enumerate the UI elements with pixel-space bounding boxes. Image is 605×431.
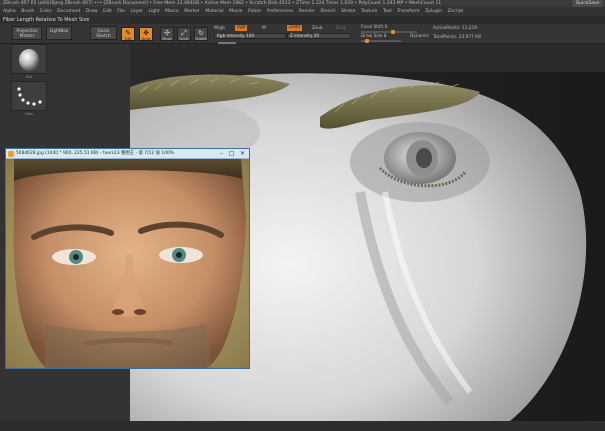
- rgb-intensity-label: Rgb Intensity 100: [217, 33, 255, 38]
- close-button[interactable]: ✕: [238, 150, 247, 158]
- menu-zplugin[interactable]: Zplugin: [425, 7, 442, 16]
- focal-shift-slider[interactable]: [361, 30, 417, 34]
- reference-photo: [6, 159, 249, 368]
- quicksave-button[interactable]: QuickSave: [572, 0, 603, 7]
- app-title: ZBrush 4R7 P2 (x64)(Bjorg ZBrush 4R7) ••…: [3, 1, 442, 6]
- rgb-toggle[interactable]: Rgb: [235, 25, 248, 31]
- tile1-label: Std: [26, 75, 32, 79]
- scale-label: Scale: [179, 36, 189, 41]
- active-points: ActivePoints: 11,219: [433, 26, 478, 31]
- tile2-label: Dots: [24, 112, 34, 116]
- draw-size-slider[interactable]: [361, 39, 401, 43]
- bottom-shelf: [0, 421, 605, 431]
- menu-brush[interactable]: Brush: [21, 7, 34, 16]
- menu-light[interactable]: Light: [148, 7, 159, 16]
- rotate-label: Rotate: [195, 36, 207, 41]
- focal-shift-label: Focal Shift 0: [361, 25, 388, 30]
- menu-stencil[interactable]: Stencil: [320, 7, 335, 16]
- face-photo: [6, 159, 249, 368]
- rotate-button[interactable]: ↻ Rotate: [194, 27, 208, 41]
- edit-label: Edit: [124, 36, 132, 41]
- edit-button[interactable]: ✎ Edit: [121, 27, 135, 41]
- picture-icon: [8, 151, 14, 157]
- tooltip-subtitle: Fiber Length Relative To Mesh Size: [0, 16, 130, 24]
- zsub-toggle[interactable]: Zsub: [312, 26, 323, 31]
- zcut-toggle[interactable]: Zcut: [336, 26, 346, 31]
- menu-file[interactable]: File: [117, 7, 125, 16]
- menu-edit[interactable]: Edit: [103, 7, 112, 16]
- sphere-icon: [19, 49, 39, 71]
- menu-color[interactable]: Color: [40, 7, 52, 16]
- menu-stroke[interactable]: Stroke: [341, 7, 355, 16]
- menu-material[interactable]: Material: [205, 7, 223, 16]
- menu-draw[interactable]: Draw: [86, 7, 98, 16]
- stroke-thumbnail[interactable]: [11, 81, 47, 111]
- lightbox-button[interactable]: LightBox: [46, 26, 72, 40]
- menu-tool[interactable]: Tool: [383, 7, 392, 16]
- viewer-title: 5484628.jpg (1440 * 900, 225.51 KB) - fu…: [16, 151, 174, 156]
- move-button[interactable]: ✣ Move: [160, 27, 174, 41]
- menu-picker[interactable]: Picker: [248, 7, 261, 16]
- z-intensity-slider[interactable]: Z Intensity 20: [287, 33, 351, 39]
- menu-preferences[interactable]: Preferences: [267, 7, 293, 16]
- menu-transform[interactable]: Transform: [397, 7, 419, 16]
- menu-layer[interactable]: Layer: [130, 7, 143, 16]
- menu-movie[interactable]: Movie: [229, 7, 242, 16]
- projection-master-button[interactable]: Projection Master: [12, 26, 42, 40]
- menu-alpha[interactable]: Alpha: [3, 7, 16, 16]
- maximize-button[interactable]: □: [227, 150, 236, 158]
- m-toggle[interactable]: M: [262, 26, 266, 31]
- rgb-intensity-slider[interactable]: Rgb Intensity 100: [214, 33, 286, 39]
- viewer-titlebar[interactable]: 5484628.jpg (1440 * 900, 225.51 KB) - fu…: [6, 149, 249, 159]
- scale-button[interactable]: ⤢ Scale: [177, 27, 191, 41]
- quick-sketch-button[interactable]: Quick Sketch: [90, 26, 117, 40]
- draw-button[interactable]: ✥ Draw: [139, 27, 153, 41]
- dynamic-toggle[interactable]: Dynamic: [410, 34, 429, 39]
- move-label: Move: [162, 36, 172, 41]
- title-bar: ZBrush 4R7 P2 (x64)(Bjorg ZBrush 4R7) ••…: [0, 0, 605, 7]
- menu-texture[interactable]: Texture: [361, 7, 377, 16]
- menu-bar: Alpha Brush Color Document Draw Edit Fil…: [0, 7, 605, 16]
- menu-marker[interactable]: Marker: [184, 7, 200, 16]
- rgb-slider-track[interactable]: [218, 42, 236, 44]
- dots-stroke-icon: [17, 87, 42, 106]
- menu-document[interactable]: Document: [57, 7, 80, 16]
- zadd-toggle[interactable]: Zadd: [287, 25, 303, 31]
- material-thumbnail[interactable]: [11, 44, 47, 74]
- mrgb-toggle[interactable]: Mrgb: [214, 26, 225, 31]
- menu-zscript[interactable]: Zscript: [448, 7, 464, 16]
- z-intensity-label: Z Intensity 20: [290, 33, 320, 38]
- draw-label: Draw: [141, 36, 151, 41]
- photo-viewer-window[interactable]: 5484628.jpg (1440 * 900, 225.51 KB) - fu…: [5, 148, 250, 369]
- minimize-button[interactable]: –: [217, 150, 226, 158]
- menu-render[interactable]: Render: [299, 7, 315, 16]
- total-points: TotalPoints: 23.977 Mil: [433, 35, 482, 40]
- menu-macro[interactable]: Macro: [165, 7, 179, 16]
